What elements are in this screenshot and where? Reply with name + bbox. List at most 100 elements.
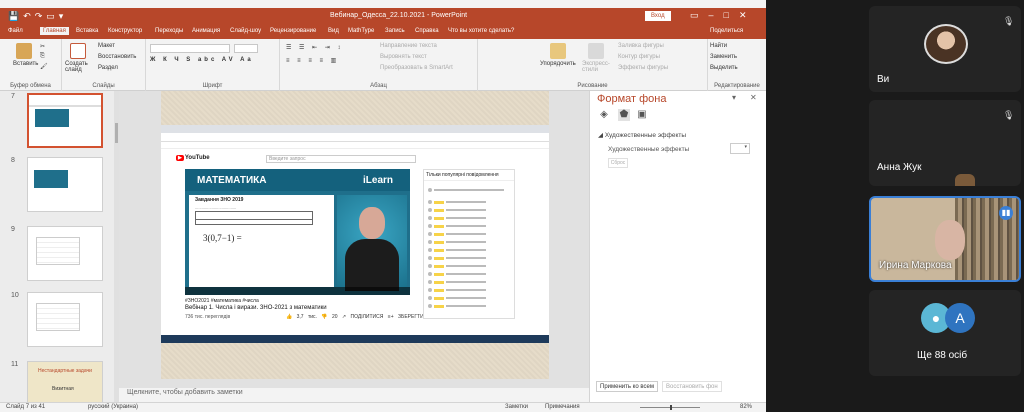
group-label: Абзац: [370, 83, 387, 89]
tab-slideshow[interactable]: Слайд-шоу: [230, 28, 261, 34]
format-background-pane: Формат фона ▾ ✕ ◈ ⬟ ▣ ◢ Художественные э…: [589, 91, 766, 402]
apply-to-all-button[interactable]: Применить ко всем: [596, 381, 658, 392]
arrange-icon[interactable]: [550, 43, 566, 59]
tab-home[interactable]: Главная: [40, 27, 69, 35]
zoom-level[interactable]: 82%: [740, 404, 752, 410]
comments-button[interactable]: Примечания: [545, 404, 580, 410]
section-header[interactable]: ◢ Художественные эффекты: [598, 131, 686, 139]
group-label: Рисование: [577, 83, 608, 89]
more-participants-tile[interactable]: ● A Ще 88 осіб: [869, 290, 1021, 376]
participant-tile[interactable]: 🎙 Ви: [869, 6, 1021, 92]
format-painter-icon[interactable]: 🖌: [40, 63, 48, 70]
video-actions: 👍 3,7 тис. 👎 20 ↗ ПОДІЛИТИСЯ ≡+ ЗБЕРЕГТИ: [286, 314, 424, 320]
youtube-search: Введите запрос: [266, 155, 416, 163]
font-name-combo[interactable]: [150, 44, 230, 53]
video-controls: [185, 287, 410, 295]
group-label: Редактирование: [714, 83, 760, 89]
tab-transitions[interactable]: Переходы: [155, 28, 183, 34]
slide-thumbnail-7[interactable]: [27, 93, 103, 148]
shape-outline-button[interactable]: Контур фигуры: [618, 54, 660, 60]
picture-icon[interactable]: ▣: [636, 109, 648, 121]
title-bar: 💾↶↷▭▾ Вебинар_Одесса_22.10.2021 - PowerP…: [0, 8, 766, 26]
tab-review[interactable]: Рецензирование: [270, 28, 316, 34]
formula: 3(0,7−1) =: [203, 233, 242, 243]
group-slides: Создать слайд Макет Восстановить Раздел …: [62, 39, 146, 91]
new-slide-icon[interactable]: [70, 43, 86, 59]
slide-canvas[interactable]: ▶ YouTube Введите запрос МАТЕМАТИКА iLearn…: [161, 91, 549, 379]
meeting-participants: 🎙 Ви 🎙 Анна Жук ▮▮ Ирина Маркова ● A Ще …: [766, 0, 1024, 412]
status-bar: Слайд 7 из 41 русский (Украина) Заметки …: [0, 402, 766, 412]
align-buttons[interactable]: ≡ ≡ ≡ ≡ ▥: [286, 57, 339, 64]
slide-thumbnail-9[interactable]: [27, 226, 103, 281]
tab-record[interactable]: Запись: [385, 28, 405, 34]
effects-icon[interactable]: ⬟: [618, 109, 630, 121]
youtube-logo: ▶ YouTube: [176, 155, 210, 161]
paste-button[interactable]: Вставить: [13, 61, 38, 67]
group-label: Шрифт: [202, 83, 223, 89]
more-participants-label: Ще 88 осіб: [917, 350, 968, 361]
smartart-button[interactable]: Преобразовать в SmartArt: [380, 65, 453, 71]
participant-tile[interactable]: 🎙 Анна Жук: [869, 100, 1021, 186]
avatar: [924, 24, 968, 64]
reset-button[interactable]: Восстановить: [98, 54, 136, 60]
quick-access-toolbar[interactable]: 💾↶↷▭▾: [8, 11, 67, 22]
text-direction-button[interactable]: Направление текста: [380, 43, 437, 49]
font-format-buttons[interactable]: Ж К Ч S abc AV Aa: [150, 57, 254, 63]
participant-tile-speaking[interactable]: ▮▮ Ирина Маркова: [869, 196, 1021, 282]
tab-mathtype[interactable]: MathType: [348, 28, 374, 34]
section-button[interactable]: Раздел: [98, 65, 118, 71]
banner-brand: iLearn: [363, 175, 394, 186]
new-slide-button[interactable]: Создать слайд: [65, 61, 93, 73]
window-controls[interactable]: ▭–□✕: [690, 10, 757, 21]
shape-effects-button[interactable]: Эффекты фигуры: [618, 65, 668, 71]
zoom-slider[interactable]: [640, 405, 700, 410]
reset-button[interactable]: Сброс: [608, 158, 628, 168]
slide-number: 11: [11, 361, 19, 368]
quick-styles-button[interactable]: Экспресс-стили: [582, 61, 610, 73]
close-icon[interactable]: ✕: [750, 93, 757, 102]
tab-design[interactable]: Конструктор: [108, 28, 142, 34]
restore-background-button[interactable]: Восстановить фон: [662, 381, 722, 392]
select-button[interactable]: Выделить: [710, 65, 738, 71]
slide-thumbnails-panel: 7 8 9 10 11 Нестандартные задачи Визитна…: [0, 91, 118, 412]
copy-icon[interactable]: ⎘: [40, 53, 45, 60]
cut-icon[interactable]: ✂: [40, 43, 45, 50]
paste-icon[interactable]: [16, 43, 32, 59]
tab-animations[interactable]: Анимация: [192, 28, 220, 34]
align-text-button[interactable]: Выровнять текст: [380, 54, 427, 60]
presenter-video: [337, 195, 407, 291]
language[interactable]: русский (Украина): [88, 404, 138, 410]
board-title: Завдання ЗНО 2019: [195, 197, 244, 203]
notes-button[interactable]: Заметки: [505, 404, 528, 410]
thumb-subtitle: Визитная: [52, 386, 74, 392]
replace-button[interactable]: Заменить: [710, 54, 737, 60]
shape-fill-button[interactable]: Заливка фигуры: [618, 43, 664, 49]
artistic-effects-dropdown[interactable]: ▾: [730, 143, 750, 154]
participant-video: [935, 220, 965, 260]
tell-me-search[interactable]: Что вы хотите сделать?: [448, 28, 514, 34]
font-size-combo[interactable]: [234, 44, 258, 53]
pane-title: Формат фона: [597, 93, 667, 105]
slide-thumbnail-10[interactable]: [27, 292, 103, 347]
arrange-button[interactable]: Упорядочить: [540, 61, 576, 67]
tab-help[interactable]: Справка: [415, 28, 439, 34]
tab-view[interactable]: Вид: [328, 28, 339, 34]
quick-styles-icon[interactable]: [588, 43, 604, 59]
fill-icon[interactable]: ◈: [598, 109, 610, 121]
find-button[interactable]: Найти: [710, 43, 727, 49]
pane-options-icon[interactable]: ▾: [732, 93, 736, 102]
slide-number: 7: [11, 93, 15, 100]
tab-insert[interactable]: Вставка: [76, 28, 98, 34]
notes-placeholder[interactable]: Щелкните, чтобы добавить заметки: [127, 389, 243, 396]
layout-button[interactable]: Макет: [98, 43, 115, 49]
tab-file[interactable]: Файл: [8, 28, 23, 34]
login-button[interactable]: Вход: [645, 11, 671, 21]
video-frame: МАТЕМАТИКА iLearn Завдання ЗНО 2019 .....…: [185, 169, 410, 295]
window-title: Вебинар_Одесса_22.10.2021 - PowerPoint: [330, 12, 468, 19]
slide-thumbnail-8[interactable]: [27, 157, 103, 212]
video-views: 736 тис. переглядів: [185, 314, 231, 320]
share-button[interactable]: Поделиться: [710, 28, 743, 34]
list-buttons[interactable]: ☰ ☰ ⇤ ⇥ ↕: [286, 44, 343, 51]
group-paragraph: ☰ ☰ ⇤ ⇥ ↕ ≡ ≡ ≡ ≡ ▥ Направление текста В…: [280, 39, 478, 91]
answer-table: [195, 211, 313, 225]
